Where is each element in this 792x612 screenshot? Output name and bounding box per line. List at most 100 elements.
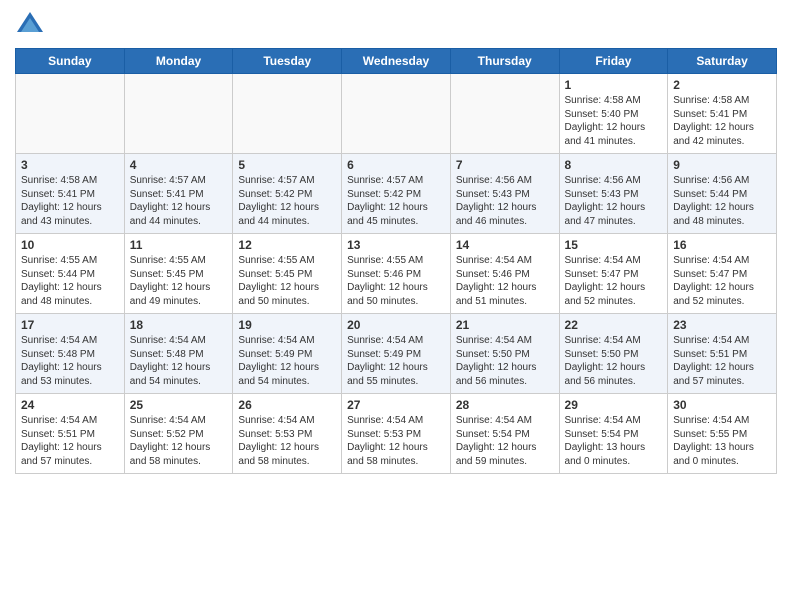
day-number: 6 xyxy=(347,158,445,172)
calendar-day-cell: 1 Sunrise: 4:58 AM Sunset: 5:40 PM Daylig… xyxy=(559,74,668,154)
day-number: 5 xyxy=(238,158,336,172)
day-info: Sunrise: 4:54 AM Sunset: 5:51 PM Dayligh… xyxy=(673,334,771,388)
calendar-day-cell: 24 Sunrise: 4:54 AM Sunset: 5:51 PM Dayli… xyxy=(16,394,125,474)
calendar-header-row: SundayMondayTuesdayWednesdayThursdayFrid… xyxy=(16,49,777,74)
day-number: 13 xyxy=(347,238,445,252)
day-info: Sunrise: 4:54 AM Sunset: 5:49 PM Dayligh… xyxy=(347,334,445,388)
calendar-day-cell: 30Sunrise: 4:54 AM Sunset: 5:55 PM Dayli… xyxy=(668,394,777,474)
calendar-day-cell: 8 Sunrise: 4:56 AM Sunset: 5:43 PM Daylig… xyxy=(559,154,668,234)
day-number: 22 xyxy=(565,318,663,332)
calendar-day-cell: 6 Sunrise: 4:57 AM Sunset: 5:42 PM Daylig… xyxy=(342,154,451,234)
day-info: Sunrise: 4:54 AM Sunset: 5:50 PM Dayligh… xyxy=(456,334,554,388)
day-number: 1 xyxy=(565,78,663,92)
day-number: 28 xyxy=(456,398,554,412)
day-info: Sunrise: 4:54 AM Sunset: 5:48 PM Dayligh… xyxy=(21,334,119,388)
day-number: 10 xyxy=(21,238,119,252)
day-number: 7 xyxy=(456,158,554,172)
day-number: 21 xyxy=(456,318,554,332)
day-number: 8 xyxy=(565,158,663,172)
calendar-day-cell: 13 Sunrise: 4:55 AM Sunset: 5:46 PM Dayli… xyxy=(342,234,451,314)
day-info: Sunrise: 4:54 AM Sunset: 5:46 PM Dayligh… xyxy=(456,254,554,308)
day-info: Sunrise: 4:54 AM Sunset: 5:54 PM Dayligh… xyxy=(456,414,554,468)
day-info: Sunrise: 4:54 AM Sunset: 5:50 PM Dayligh… xyxy=(565,334,663,388)
day-number: 19 xyxy=(238,318,336,332)
calendar-day-cell: 28 Sunrise: 4:54 AM Sunset: 5:54 PM Dayli… xyxy=(450,394,559,474)
calendar-day-cell: 18 Sunrise: 4:54 AM Sunset: 5:48 PM Dayli… xyxy=(124,314,233,394)
calendar-day-cell: 17 Sunrise: 4:54 AM Sunset: 5:48 PM Dayli… xyxy=(16,314,125,394)
header xyxy=(15,10,777,40)
calendar-day-cell: 3Sunrise: 4:58 AM Sunset: 5:41 PM Daylig… xyxy=(16,154,125,234)
day-number: 16 xyxy=(673,238,771,252)
day-info: Sunrise: 4:55 AM Sunset: 5:45 PM Dayligh… xyxy=(238,254,336,308)
day-number: 25 xyxy=(130,398,228,412)
logo-icon xyxy=(15,10,45,40)
day-of-week-header: Saturday xyxy=(668,49,777,74)
calendar-day-cell: 26 Sunrise: 4:54 AM Sunset: 5:53 PM Dayli… xyxy=(233,394,342,474)
day-info: Sunrise: 4:56 AM Sunset: 5:43 PM Dayligh… xyxy=(456,174,554,228)
calendar-day-cell xyxy=(16,74,125,154)
calendar-day-cell: 7 Sunrise: 4:56 AM Sunset: 5:43 PM Daylig… xyxy=(450,154,559,234)
calendar-week-row: 3Sunrise: 4:58 AM Sunset: 5:41 PM Daylig… xyxy=(16,154,777,234)
calendar-day-cell: 12 Sunrise: 4:55 AM Sunset: 5:45 PM Dayli… xyxy=(233,234,342,314)
calendar-day-cell: 25 Sunrise: 4:54 AM Sunset: 5:52 PM Dayli… xyxy=(124,394,233,474)
calendar-day-cell: 5 Sunrise: 4:57 AM Sunset: 5:42 PM Daylig… xyxy=(233,154,342,234)
day-info: Sunrise: 4:54 AM Sunset: 5:49 PM Dayligh… xyxy=(238,334,336,388)
calendar-day-cell xyxy=(450,74,559,154)
calendar-day-cell: 21 Sunrise: 4:54 AM Sunset: 5:50 PM Dayli… xyxy=(450,314,559,394)
calendar-day-cell xyxy=(124,74,233,154)
calendar-day-cell: 22 Sunrise: 4:54 AM Sunset: 5:50 PM Dayli… xyxy=(559,314,668,394)
calendar-day-cell: 4 Sunrise: 4:57 AM Sunset: 5:41 PM Daylig… xyxy=(124,154,233,234)
day-number: 9 xyxy=(673,158,771,172)
calendar-day-cell: 27 Sunrise: 4:54 AM Sunset: 5:53 PM Dayli… xyxy=(342,394,451,474)
day-number: 24 xyxy=(21,398,119,412)
day-of-week-header: Sunday xyxy=(16,49,125,74)
day-number: 2 xyxy=(673,78,771,92)
day-info: Sunrise: 4:57 AM Sunset: 5:42 PM Dayligh… xyxy=(238,174,336,228)
day-of-week-header: Friday xyxy=(559,49,668,74)
day-info: Sunrise: 4:57 AM Sunset: 5:41 PM Dayligh… xyxy=(130,174,228,228)
day-number: 14 xyxy=(456,238,554,252)
day-info: Sunrise: 4:54 AM Sunset: 5:47 PM Dayligh… xyxy=(565,254,663,308)
day-info: Sunrise: 4:56 AM Sunset: 5:43 PM Dayligh… xyxy=(565,174,663,228)
day-info: Sunrise: 4:58 AM Sunset: 5:41 PM Dayligh… xyxy=(21,174,119,228)
calendar-day-cell: 10 Sunrise: 4:55 AM Sunset: 5:44 PM Dayli… xyxy=(16,234,125,314)
day-info: Sunrise: 4:54 AM Sunset: 5:53 PM Dayligh… xyxy=(347,414,445,468)
day-number: 27 xyxy=(347,398,445,412)
day-of-week-header: Thursday xyxy=(450,49,559,74)
calendar-table: SundayMondayTuesdayWednesdayThursdayFrid… xyxy=(15,48,777,474)
day-info: Sunrise: 4:58 AM Sunset: 5:40 PM Dayligh… xyxy=(565,94,663,148)
day-info: Sunrise: 4:57 AM Sunset: 5:42 PM Dayligh… xyxy=(347,174,445,228)
day-number: 29 xyxy=(565,398,663,412)
day-number: 12 xyxy=(238,238,336,252)
calendar-day-cell: 16 Sunrise: 4:54 AM Sunset: 5:47 PM Dayli… xyxy=(668,234,777,314)
calendar-day-cell: 15Sunrise: 4:54 AM Sunset: 5:47 PM Dayli… xyxy=(559,234,668,314)
day-of-week-header: Tuesday xyxy=(233,49,342,74)
day-info: Sunrise: 4:54 AM Sunset: 5:54 PM Dayligh… xyxy=(565,414,663,468)
calendar-day-cell: 19 Sunrise: 4:54 AM Sunset: 5:49 PM Dayli… xyxy=(233,314,342,394)
day-number: 20 xyxy=(347,318,445,332)
calendar-day-cell: 20 Sunrise: 4:54 AM Sunset: 5:49 PM Dayli… xyxy=(342,314,451,394)
day-info: Sunrise: 4:54 AM Sunset: 5:47 PM Dayligh… xyxy=(673,254,771,308)
day-number: 30 xyxy=(673,398,771,412)
calendar-week-row: 1 Sunrise: 4:58 AM Sunset: 5:40 PM Daylig… xyxy=(16,74,777,154)
day-number: 26 xyxy=(238,398,336,412)
day-number: 4 xyxy=(130,158,228,172)
calendar-day-cell xyxy=(233,74,342,154)
day-info: Sunrise: 4:54 AM Sunset: 5:53 PM Dayligh… xyxy=(238,414,336,468)
day-info: Sunrise: 4:54 AM Sunset: 5:52 PM Dayligh… xyxy=(130,414,228,468)
calendar-week-row: 10 Sunrise: 4:55 AM Sunset: 5:44 PM Dayli… xyxy=(16,234,777,314)
calendar-week-row: 24 Sunrise: 4:54 AM Sunset: 5:51 PM Dayli… xyxy=(16,394,777,474)
day-info: Sunrise: 4:56 AM Sunset: 5:44 PM Dayligh… xyxy=(673,174,771,228)
calendar-day-cell: 11Sunrise: 4:55 AM Sunset: 5:45 PM Dayli… xyxy=(124,234,233,314)
calendar-day-cell: 9 Sunrise: 4:56 AM Sunset: 5:44 PM Daylig… xyxy=(668,154,777,234)
day-number: 18 xyxy=(130,318,228,332)
day-info: Sunrise: 4:54 AM Sunset: 5:51 PM Dayligh… xyxy=(21,414,119,468)
day-info: Sunrise: 4:58 AM Sunset: 5:41 PM Dayligh… xyxy=(673,94,771,148)
calendar-day-cell xyxy=(342,74,451,154)
day-number: 17 xyxy=(21,318,119,332)
day-of-week-header: Monday xyxy=(124,49,233,74)
day-info: Sunrise: 4:55 AM Sunset: 5:44 PM Dayligh… xyxy=(21,254,119,308)
day-info: Sunrise: 4:54 AM Sunset: 5:48 PM Dayligh… xyxy=(130,334,228,388)
logo xyxy=(15,10,49,40)
day-info: Sunrise: 4:55 AM Sunset: 5:46 PM Dayligh… xyxy=(347,254,445,308)
